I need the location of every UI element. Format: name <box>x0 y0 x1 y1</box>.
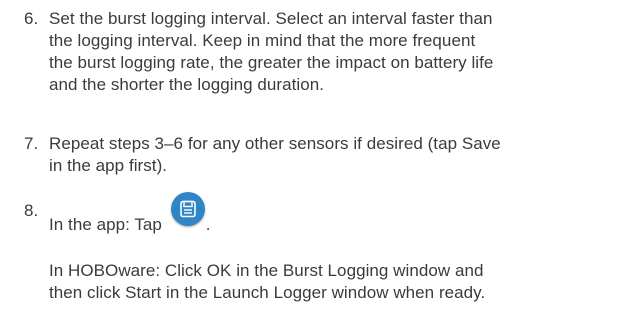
step-prefix: In the app: Tap <box>49 215 162 234</box>
note-text: In HOBOware: Click OK in the Burst Loggi… <box>49 260 629 304</box>
step-text: Repeat steps 3–6 for any other sensors i… <box>49 133 629 177</box>
step-suffix: . <box>205 215 211 234</box>
step-number: 8. <box>24 201 39 220</box>
step-line: Set the burst logging interval. Select a… <box>49 9 493 28</box>
save-icon <box>170 192 205 226</box>
step-number: 7. <box>24 134 39 153</box>
step-line: the burst logging rate, the greater the … <box>49 53 494 72</box>
instruction-document: 6. Set the burst logging interval. Selec… <box>0 0 633 315</box>
step-line: In the app: Tap . <box>49 192 629 234</box>
note-line: then click Start in the Launch Logger wi… <box>49 283 486 302</box>
step-text: Set the burst logging interval. Select a… <box>49 8 629 96</box>
step-text: In the app: Tap . <box>49 192 629 234</box>
step-line: in the app first). <box>49 156 168 175</box>
step-line: and the shorter the logging duration. <box>49 75 324 94</box>
step-line: Repeat steps 3–6 for any other sensors i… <box>49 134 501 153</box>
note-line: In HOBOware: Click OK in the Burst Loggi… <box>49 261 484 280</box>
save-icon-glyph <box>179 200 196 218</box>
step-line: the logging interval. Keep in mind that … <box>49 31 476 50</box>
step-number: 6. <box>24 9 39 28</box>
